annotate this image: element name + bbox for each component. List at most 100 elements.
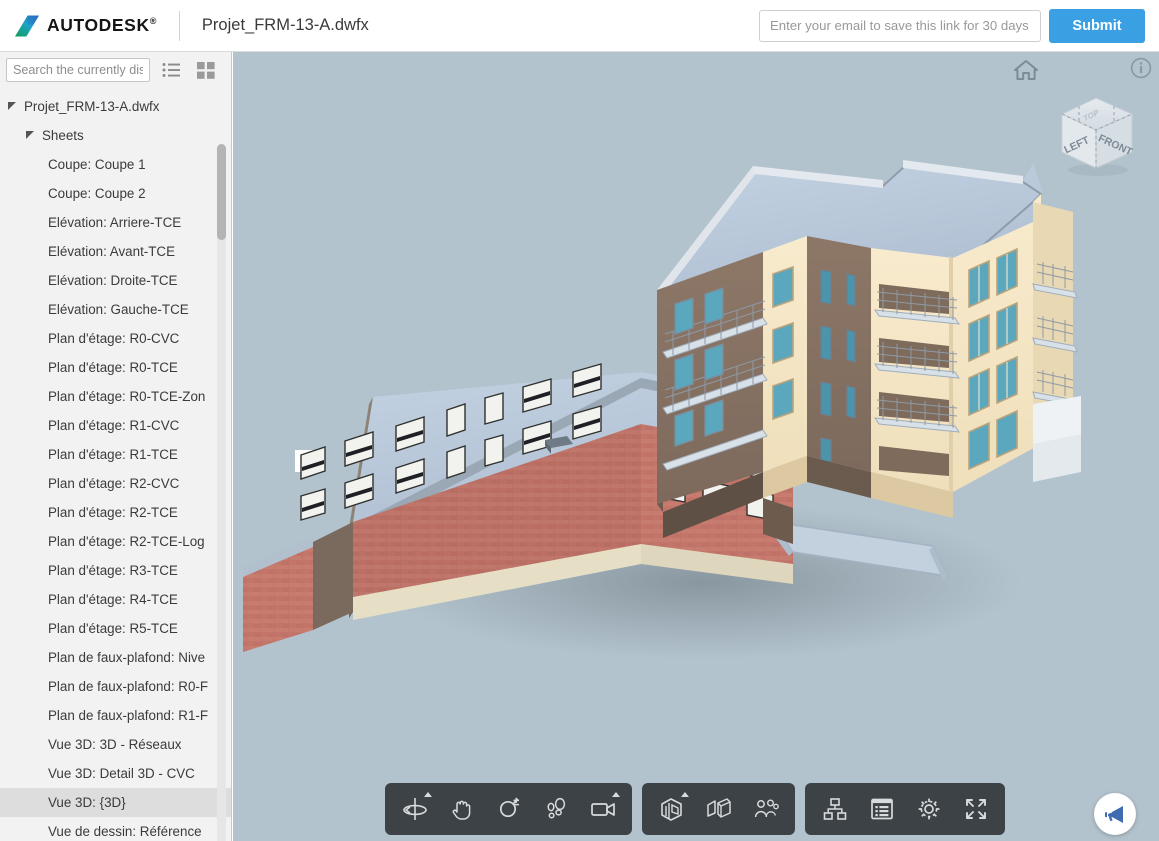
toolbar-group-panels — [805, 783, 1005, 835]
section-analysis-button[interactable] — [648, 787, 695, 831]
app-header: AUTODESK® Projet_FRM-13-A.dwfx Submit — [0, 0, 1159, 52]
autodesk-viewer-app: AUTODESK® Projet_FRM-13-A.dwfx Submit — [0, 0, 1159, 841]
tree-item[interactable]: Projet_FRM-13-A.dwfx — [0, 92, 231, 121]
header-actions: Submit — [759, 8, 1159, 43]
fullscreen-button[interactable] — [952, 787, 999, 831]
tree-item[interactable]: Vue de dessin: Référence — [0, 817, 231, 841]
explode-button[interactable] — [695, 787, 742, 831]
model-structure-button[interactable] — [811, 787, 858, 831]
model-browser-sidebar: Projet_FRM-13-A.dwfx Sheets Coupe: Coupe 1… — [0, 52, 232, 841]
email-field[interactable] — [759, 9, 1041, 42]
tree-item-label: Plan d'étage: R1-TCE — [48, 447, 178, 462]
tree-item-label: Coupe: Coupe 1 — [48, 157, 146, 172]
pan-button[interactable] — [438, 787, 485, 831]
feedback-button[interactable] — [1094, 793, 1136, 835]
tree-item-label: Plan d'étage: R0-CVC — [48, 331, 180, 346]
info-icon[interactable] — [1130, 57, 1152, 79]
walk-button[interactable] — [532, 787, 579, 831]
tree-item[interactable]: Vue 3D: Detail 3D - CVC — [0, 759, 231, 788]
tree-item-label: Elévation: Droite-TCE — [48, 273, 178, 288]
tree-item[interactable]: Elévation: Arriere-TCE — [0, 208, 231, 237]
tree-item[interactable]: Plan d'étage: R3-TCE — [0, 556, 231, 585]
orbit-button[interactable] — [391, 787, 438, 831]
document-title: Projet_FRM-13-A.dwfx — [201, 16, 369, 34]
tree-item[interactable]: Sheets — [0, 121, 231, 150]
autodesk-wordmark: AUTODESK® — [47, 15, 157, 35]
header-divider — [178, 10, 180, 41]
sidebar-scrollbar[interactable] — [217, 144, 226, 841]
tree-item-label: Plan de faux-plafond: Nive — [48, 650, 206, 665]
toolbar-group-model-tools — [642, 783, 795, 835]
tree-item-label: Elévation: Gauche-TCE — [48, 302, 189, 317]
explode-icon — [706, 798, 731, 818]
tree-item[interactable]: Plan d'étage: R2-CVC — [0, 469, 231, 498]
tree-item[interactable]: Plan de faux-plafond: R1-F — [0, 701, 231, 730]
tree-item-label: Projet_FRM-13-A.dwfx — [24, 99, 160, 114]
tree-item[interactable]: Plan d'étage: R0-TCE-Zon — [0, 382, 231, 411]
pan-icon — [452, 800, 470, 820]
tree-item-label: Plan d'étage: R1-CVC — [48, 418, 180, 433]
tree-item[interactable]: Plan d'étage: R2-TCE-Log — [0, 527, 231, 556]
viewer-toolbar — [385, 783, 1005, 835]
section-caret-icon — [681, 792, 689, 797]
model-tree[interactable]: Projet_FRM-13-A.dwfx Sheets Coupe: Coupe 1… — [0, 88, 231, 841]
3d-viewport[interactable]: LEFT FRONT TOP — [233, 52, 1159, 841]
tree-item[interactable]: Plan d'étage: R1-CVC — [0, 411, 231, 440]
tree-item[interactable]: Plan d'étage: R0-CVC — [0, 324, 231, 353]
tree-item[interactable]: Vue 3D: {3D} — [0, 788, 231, 817]
list-view-icon — [162, 63, 180, 77]
measure-people-button[interactable] — [742, 787, 789, 831]
tree-item[interactable]: Elévation: Droite-TCE — [0, 266, 231, 295]
tree-item[interactable]: Plan d'étage: R1-TCE — [0, 440, 231, 469]
tree-item[interactable]: Plan d'étage: R4-TCE — [0, 585, 231, 614]
tree-item-label: Plan d'étage: R0-TCE-Zon — [48, 389, 206, 404]
tree-item-label: Elévation: Avant-TCE — [48, 244, 176, 259]
autodesk-logo[interactable]: AUTODESK® — [0, 13, 157, 39]
grid-view-icon — [197, 61, 215, 79]
walk-icon — [546, 797, 565, 819]
list-view-button[interactable] — [157, 57, 185, 83]
tree-item[interactable]: Plan de faux-plafond: R0-F — [0, 672, 231, 701]
model-structure-icon — [823, 798, 846, 820]
tree-item[interactable]: Coupe: Coupe 2 — [0, 179, 231, 208]
sidebar-scrollbar-thumb[interactable] — [217, 144, 226, 240]
submit-button[interactable]: Submit — [1049, 8, 1145, 43]
settings-gear-icon — [918, 798, 939, 820]
zoom-icon — [499, 797, 519, 818]
properties-button[interactable] — [858, 787, 905, 831]
tree-item[interactable]: Elévation: Gauche-TCE — [0, 295, 231, 324]
tree-item[interactable]: Plan d'étage: R2-TCE — [0, 498, 231, 527]
tree-item-label: Sheets — [42, 128, 84, 143]
expand-triangle-icon[interactable] — [8, 102, 17, 111]
tree-item[interactable]: Vue 3D: 3D - Réseaux — [0, 730, 231, 759]
toolbar-group-navigation — [385, 783, 632, 835]
viewcube[interactable]: LEFT FRONT TOP — [1048, 84, 1144, 180]
camera-button[interactable] — [579, 787, 626, 831]
settings-button[interactable] — [905, 787, 952, 831]
tree-item[interactable]: Plan d'étage: R5-TCE — [0, 614, 231, 643]
tree-item-label: Plan d'étage: R5-TCE — [48, 621, 178, 636]
tree-item[interactable]: Coupe: Coupe 1 — [0, 150, 231, 179]
properties-icon — [870, 798, 893, 820]
tree-item-label: Plan de faux-plafond: R0-F — [48, 679, 209, 694]
tree-item-label: Elévation: Arriere-TCE — [48, 215, 182, 230]
tree-item-label: Plan d'étage: R2-TCE-Log — [48, 534, 205, 549]
search-input[interactable] — [6, 58, 150, 82]
tree-item[interactable]: Plan de faux-plafond: Nive — [0, 643, 231, 672]
section-analysis-icon — [661, 797, 682, 821]
tree-item-label: Plan d'étage: R2-TCE — [48, 505, 178, 520]
expand-triangle-icon[interactable] — [26, 131, 35, 140]
camera-icon — [590, 803, 615, 816]
measure-people-icon — [754, 799, 779, 818]
tree-item[interactable]: Elévation: Avant-TCE — [0, 237, 231, 266]
orbit-icon — [402, 798, 427, 820]
home-icon[interactable] — [1013, 57, 1039, 83]
tree-item[interactable]: Plan d'étage: R0-TCE — [0, 353, 231, 382]
tree-item-label: Plan d'étage: R3-TCE — [48, 563, 178, 578]
grid-view-button[interactable] — [192, 57, 220, 83]
camera-caret-icon — [612, 792, 620, 797]
tree-item-label: Vue 3D: {3D} — [48, 795, 126, 810]
tree-item-label: Vue 3D: 3D - Réseaux — [48, 737, 182, 752]
zoom-button[interactable] — [485, 787, 532, 831]
sidebar-toolbar — [0, 52, 231, 88]
